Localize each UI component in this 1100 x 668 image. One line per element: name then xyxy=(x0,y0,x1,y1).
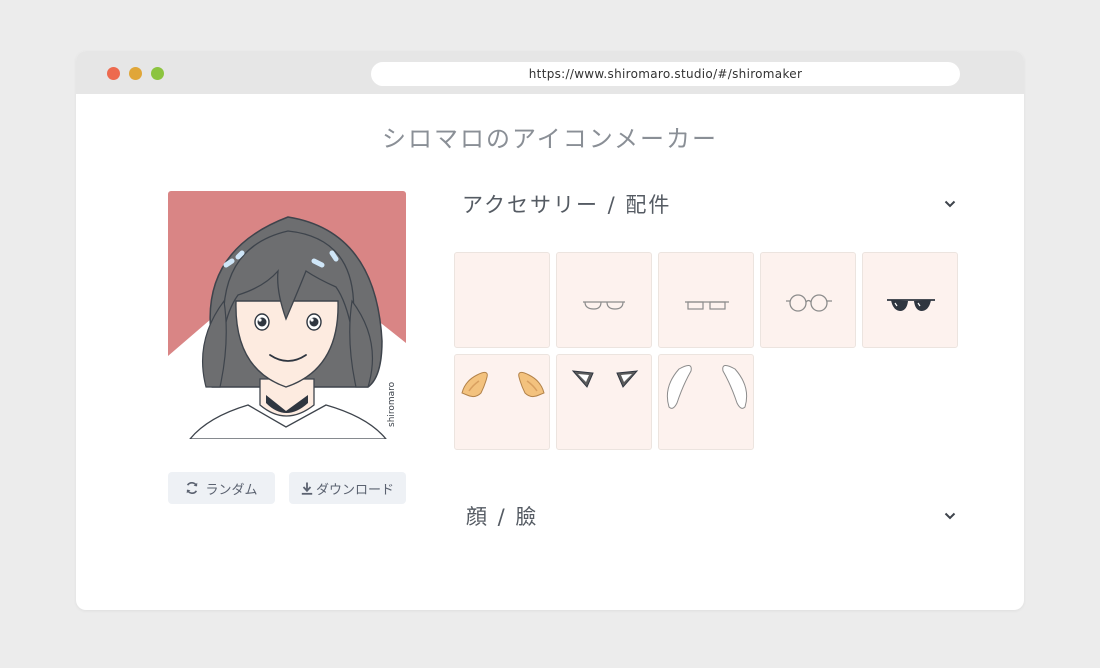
section-title-face: 顔 / 臉 xyxy=(466,505,539,529)
address-bar-url: https://www.shiromaro.studio/#/shiromake… xyxy=(528,67,803,81)
half-rim-glasses-icon xyxy=(583,301,625,310)
accessory-option-cat-ears[interactable] xyxy=(556,354,652,450)
rectangle-glasses-icon xyxy=(685,301,729,310)
accessory-option-sunglasses[interactable] xyxy=(862,252,958,348)
download-icon xyxy=(301,482,313,495)
accessory-option-rectangle-glasses[interactable] xyxy=(658,252,754,348)
avatar-preview: shiromaro xyxy=(168,191,406,439)
accessory-option-dog-ears[interactable] xyxy=(454,354,550,450)
accessory-option-half-rim-glasses[interactable] xyxy=(556,252,652,348)
download-button[interactable]: ダウンロード xyxy=(289,472,406,504)
chevron-down-icon xyxy=(944,200,956,208)
random-button-label: ランダム xyxy=(205,482,258,498)
maximize-window-button[interactable] xyxy=(151,67,164,80)
chevron-down-icon xyxy=(944,512,956,520)
section-header-face[interactable]: 顔 / 臉 xyxy=(466,500,960,532)
random-button[interactable]: ランダム xyxy=(168,472,275,504)
browser-titlebar: https://www.shiromaro.studio/#/shiromake… xyxy=(76,51,1024,94)
accessory-option-none[interactable] xyxy=(454,252,550,348)
browser-window: https://www.shiromaro.studio/#/shiromake… xyxy=(76,51,1024,610)
accessory-option-round-glasses[interactable] xyxy=(760,252,856,348)
refresh-icon xyxy=(187,482,198,494)
sunglasses-icon xyxy=(887,299,935,311)
cat-ears-icon xyxy=(571,370,639,388)
address-bar[interactable]: https://www.shiromaro.studio/#/shiromake… xyxy=(371,62,960,86)
accessory-option-bunny-ears[interactable] xyxy=(658,354,754,450)
section-title-accessory: アクセサリー / 配件 xyxy=(462,193,672,217)
dog-ears-icon xyxy=(461,371,545,398)
artist-signature: shiromaro xyxy=(387,381,397,427)
bunny-ears-icon xyxy=(666,365,748,409)
section-header-accessory[interactable]: アクセサリー / 配件 xyxy=(462,188,960,220)
download-button-label: ダウンロード xyxy=(315,482,394,498)
round-glasses-icon xyxy=(786,294,832,312)
page-title: シロマロのアイコンメーカー xyxy=(381,125,719,153)
minimize-window-button[interactable] xyxy=(129,67,142,80)
close-window-button[interactable] xyxy=(107,67,120,80)
